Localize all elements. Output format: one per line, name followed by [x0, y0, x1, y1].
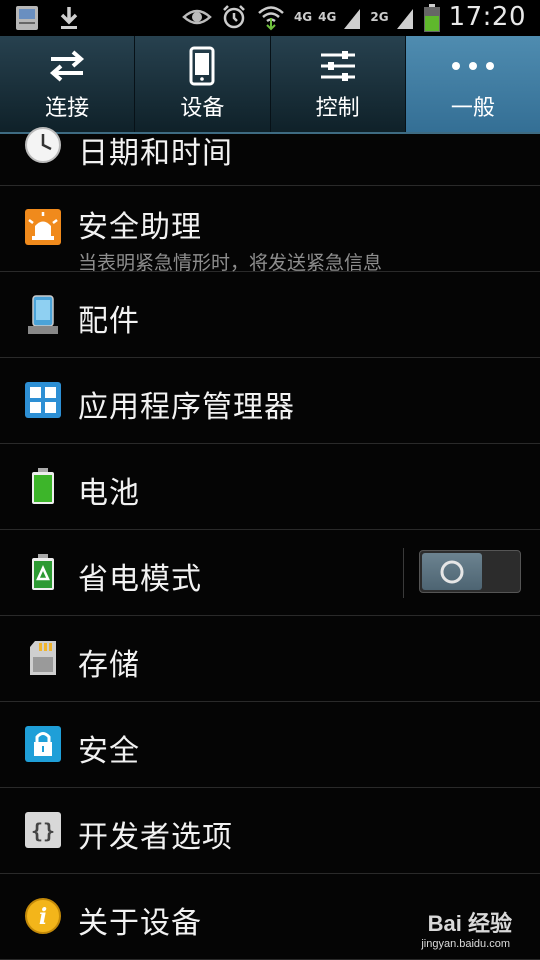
swap-arrows-icon [47, 46, 87, 86]
braces-icon: {} [24, 811, 62, 849]
phone-icon [188, 46, 216, 86]
network-type-label: 4G [293, 10, 313, 24]
signal-2g-icon [395, 3, 415, 31]
network-type-label: 4G [318, 10, 337, 24]
network-type-label: 2G [370, 10, 389, 24]
tab-label: 连接 [45, 96, 90, 121]
svg-text:{}: {} [31, 819, 55, 843]
toggle-knob[interactable] [422, 553, 482, 590]
tab-connections[interactable]: 连接 [0, 36, 136, 132]
list-item-storage[interactable]: 存储 [0, 616, 540, 702]
lock-icon [24, 725, 62, 763]
settings-tab-bar: 连接 设备 控制 一般 [0, 36, 540, 134]
watermark-logo-text: Bai 经验 [427, 911, 512, 936]
app-notification-icon [14, 4, 40, 32]
battery-recycle-icon [24, 553, 62, 591]
list-item-accessories[interactable]: 配件 [0, 272, 540, 358]
baidu-jingyan-watermark: Bai 经验 jingyan.baidu.com [392, 902, 512, 952]
svg-text:i: i [39, 904, 47, 930]
item-subtitle: 当表明紧急情形时，将发送紧急信息 [78, 252, 383, 274]
list-item-security[interactable]: 安全 [0, 702, 540, 788]
list-item-application-manager[interactable]: 应用程序管理器 [0, 358, 540, 444]
system-icons: 4G 4G 2G 17:20 [182, 2, 526, 32]
tab-controls[interactable]: 控制 [271, 36, 406, 132]
item-title: 电池 [78, 476, 140, 511]
settings-list: 日期和时间 安全助理 当表明紧急情形时，将发送紧急信息 配件 应用程序管理器 电… [0, 127, 540, 960]
toggle-off-circle-icon [440, 560, 464, 583]
tab-label: 控制 [315, 96, 360, 121]
alarm-icon [220, 3, 248, 31]
item-title: 日期和时间 [78, 136, 233, 171]
item-title: 安全 [78, 734, 140, 769]
item-title: 安全助理 [78, 210, 202, 245]
item-title: 关于设备 [78, 906, 202, 941]
settings-screen: 4G 4G 2G 17:20 连接 设备 控制 一般 日期和时间 安全助理 当表… [0, 0, 540, 960]
list-item-safety-assistance[interactable]: 安全助理 当表明紧急情形时，将发送紧急信息 [0, 186, 540, 274]
toggle-divider [403, 548, 404, 598]
tab-device[interactable]: 设备 [135, 36, 271, 132]
status-clock: 17:20 [448, 2, 526, 32]
wifi-icon [256, 3, 286, 31]
download-icon [58, 4, 80, 32]
list-item-date-time[interactable]: 日期和时间 [0, 127, 540, 186]
list-item-developer-options[interactable]: {} 开发者选项 [0, 788, 540, 874]
status-bar: 4G 4G 2G 17:20 [0, 0, 540, 36]
tab-label: 设备 [180, 96, 225, 121]
sliders-icon [318, 46, 358, 86]
list-item-power-saving[interactable]: 省电模式 [0, 530, 540, 616]
watermark-url: jingyan.baidu.com [421, 938, 510, 950]
info-icon: i [24, 897, 62, 935]
apps-grid-icon [24, 381, 62, 419]
tab-label: 一般 [450, 96, 495, 121]
item-title: 存储 [78, 648, 140, 683]
item-title: 省电模式 [78, 562, 202, 597]
eye-icon [182, 3, 212, 31]
item-title: 开发者选项 [78, 820, 233, 855]
signal-4g-icon [342, 3, 362, 31]
more-dots-icon [450, 46, 496, 86]
item-title: 配件 [78, 304, 140, 339]
power-saving-toggle[interactable] [419, 550, 521, 593]
clock-icon [24, 126, 62, 164]
notification-area[interactable] [14, 4, 80, 32]
emergency-light-icon [24, 208, 62, 246]
battery-icon [423, 3, 441, 32]
battery-full-icon [24, 467, 62, 505]
list-item-battery[interactable]: 电池 [0, 444, 540, 530]
item-title: 应用程序管理器 [78, 390, 295, 425]
sd-card-icon [24, 639, 62, 677]
tab-general[interactable]: 一般 [405, 36, 540, 132]
dock-phone-icon [24, 295, 62, 334]
